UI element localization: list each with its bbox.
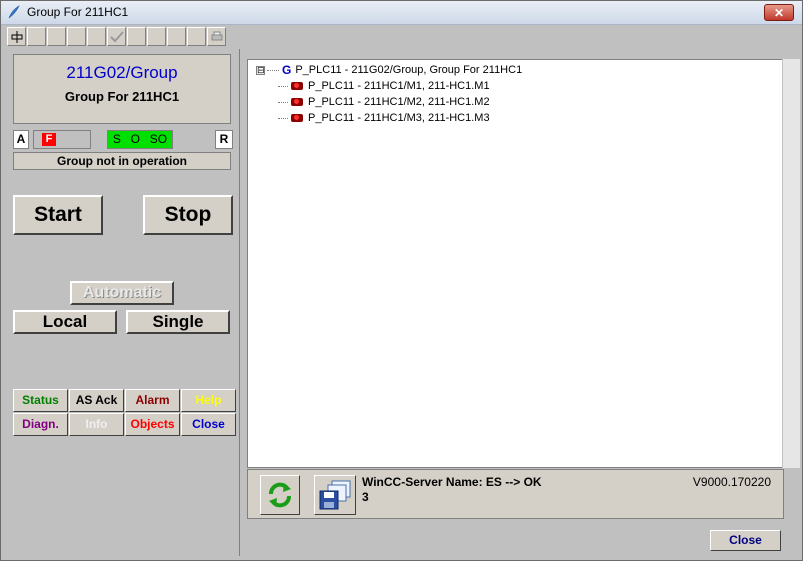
checkmark-icon-button[interactable] (107, 27, 126, 46)
indicator-f-group: F (33, 130, 91, 149)
alarm-button[interactable]: Alarm (125, 389, 180, 412)
tree-root-row[interactable]: ⊟ G P_PLC11 - 211G02/Group, Group For 21… (256, 62, 522, 78)
tree-connector (267, 69, 279, 71)
tree-item[interactable]: P_PLC11 - 211HC1/M1, 211-HC1.M1 (256, 78, 522, 94)
indicator-a: A (13, 130, 29, 149)
indicator-r: R (215, 130, 233, 149)
operation-status: Group not in operation (13, 152, 231, 170)
motor-icon (291, 82, 303, 90)
checkmark-icon (109, 30, 124, 42)
server-status-line2: 3 (362, 490, 369, 504)
tree-item-label: P_PLC11 - 211HC1/M3, 211-HC1.M3 (308, 112, 490, 124)
indicator-so: SO (149, 132, 168, 146)
faceplate-window: Group For 211HC1 ✕ 211G02/Group Group Fo… (0, 0, 803, 561)
tree-connector (278, 117, 288, 119)
local-button[interactable]: Local (13, 310, 117, 334)
start-button[interactable]: Start (13, 195, 103, 235)
toolbar-button-8[interactable] (147, 27, 166, 46)
window-title: Group For 211HC1 (27, 5, 129, 19)
toolbar-button-4[interactable] (67, 27, 86, 46)
tag-description: Group For 211HC1 (64, 89, 180, 104)
stop-button[interactable]: Stop (143, 195, 233, 235)
tree-item-label: P_PLC11 - 211HC1/M2, 211-HC1.M2 (308, 96, 490, 108)
as-ack-button[interactable]: AS Ack (69, 389, 124, 412)
faceplate-panel: 211G02/Group Group For 211HC1 A F S O SO… (7, 49, 240, 556)
tree-item-label: P_PLC11 - 211HC1/M1, 211-HC1.M1 (308, 80, 490, 92)
close-button[interactable]: Close (710, 530, 781, 551)
info-button[interactable]: Info (69, 413, 124, 436)
floppy-disk-icon (319, 480, 351, 510)
pin-icon (11, 30, 22, 43)
collapse-icon[interactable]: ⊟ (256, 65, 265, 75)
diagnostics-button[interactable]: Diagn. (13, 413, 68, 436)
vertical-scrollbar[interactable] (782, 59, 800, 468)
objects-tree-panel: ⊟ G P_PLC11 - 211G02/Group, Group For 21… (247, 59, 784, 468)
print-icon-button[interactable] (207, 27, 226, 46)
save-button[interactable] (314, 475, 356, 515)
window-close-button[interactable]: ✕ (764, 4, 794, 21)
single-button[interactable]: Single (126, 310, 230, 334)
toolbar-button-9[interactable] (167, 27, 186, 46)
help-button[interactable]: Help (181, 389, 236, 412)
objects-button[interactable]: Objects (125, 413, 180, 436)
indicator-s-o-so: S O SO (107, 130, 173, 149)
server-status-line1: WinCC-Server Name: ES --> OK (362, 475, 542, 489)
indicator-f: F (42, 133, 56, 146)
feather-app-icon (8, 5, 20, 19)
indicator-o: O (130, 132, 140, 146)
tag-name: 211G02/Group (66, 63, 178, 82)
motor-icon (291, 114, 303, 122)
status-indicators: A F S O SO R (13, 130, 237, 149)
tree-connector (278, 101, 288, 103)
print-icon (211, 31, 222, 40)
tree-item[interactable]: P_PLC11 - 211HC1/M3, 211-HC1.M3 (256, 110, 522, 126)
status-button[interactable]: Status (13, 389, 68, 412)
object-tree: ⊟ G P_PLC11 - 211G02/Group, Group For 21… (256, 62, 522, 126)
tree-connector (278, 85, 288, 87)
toolbar-button-7[interactable] (127, 27, 146, 46)
close-view-button[interactable]: Close (181, 413, 236, 436)
toolbar-button-10[interactable] (187, 27, 206, 46)
toolbar-button-3[interactable] (47, 27, 66, 46)
motor-icon (291, 98, 303, 106)
toolbar-button-2[interactable] (27, 27, 46, 46)
navigation-grid: Status AS Ack Alarm Help Diagn. Info Obj… (13, 389, 236, 437)
server-info-bar: WinCC-Server Name: ES --> OK 3 V9000.170… (247, 469, 784, 519)
version-label: V9000.170220 (692, 475, 771, 489)
identification-box: 211G02/Group Group For 211HC1 (13, 54, 231, 124)
toolbar-button-5[interactable] (87, 27, 106, 46)
server-status: WinCC-Server Name: ES --> OK 3 (362, 475, 542, 505)
refresh-icon (269, 482, 291, 508)
automatic-button[interactable]: Automatic (70, 281, 174, 305)
indicator-s: S (112, 132, 121, 146)
tree-root-label: P_PLC11 - 211G02/Group, Group For 211HC1 (295, 64, 523, 76)
tree-item[interactable]: P_PLC11 - 211HC1/M2, 211-HC1.M2 (256, 94, 522, 110)
group-icon: G (282, 63, 292, 77)
title-bar: Group For 211HC1 ✕ (1, 1, 802, 25)
toolbar (7, 27, 237, 47)
refresh-button[interactable] (260, 475, 300, 515)
pin-icon-button[interactable] (7, 27, 26, 46)
